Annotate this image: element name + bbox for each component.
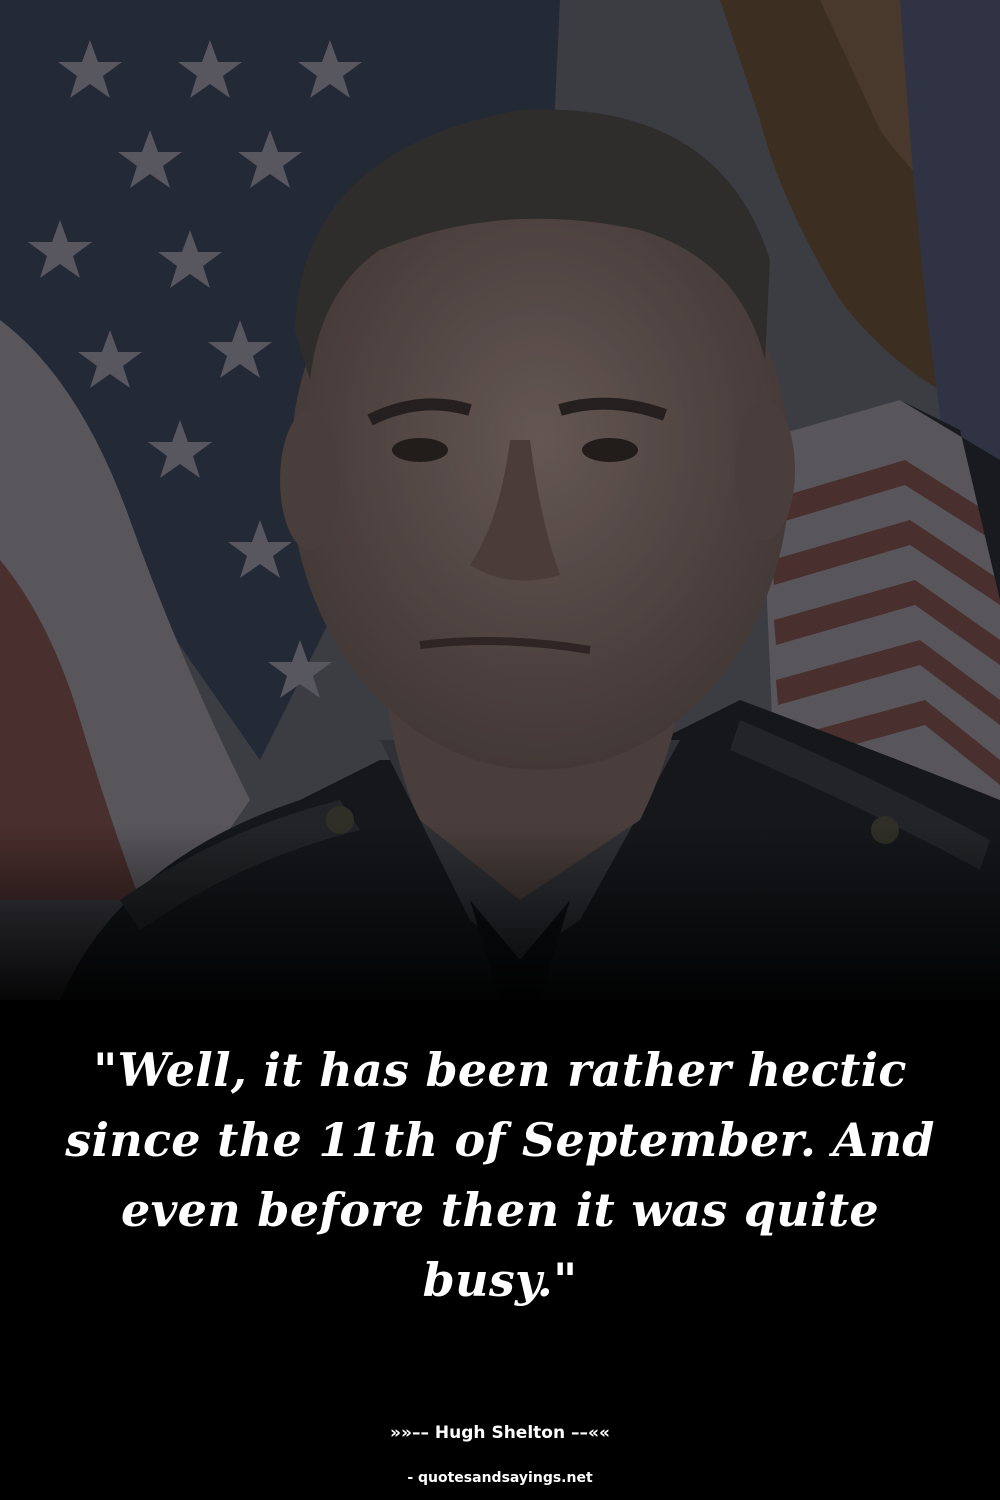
quote-text: "Well, it has been rather hectic since t… <box>65 1043 935 1307</box>
source-watermark: - quotesandsayings.net <box>407 1470 593 1486</box>
author-attribution: »»–– Hugh Shelton ––«« <box>390 1423 610 1443</box>
